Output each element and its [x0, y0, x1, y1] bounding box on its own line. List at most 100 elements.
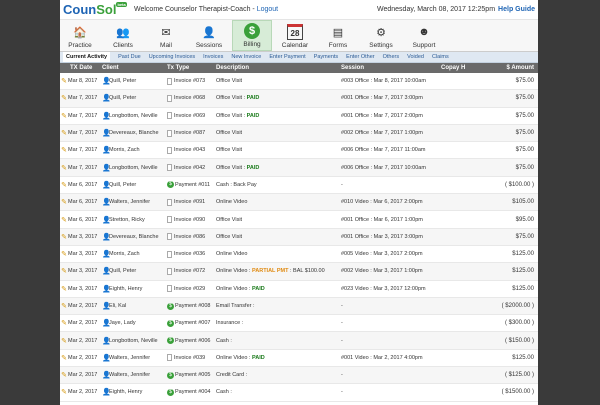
- table-row[interactable]: ✎ Mar 3, 2017 👤 Devereaux, Blanche Invoice #…: [60, 228, 538, 246]
- nav-calendar[interactable]: 28 Calendar: [275, 20, 315, 51]
- edit-pencil-icon[interactable]: ✎: [60, 198, 68, 206]
- nav-practice[interactable]: 🏠 Practice: [60, 20, 100, 51]
- edit-pencil-icon[interactable]: ✎: [60, 371, 68, 379]
- nav-clients[interactable]: 👥 Clients: [103, 20, 143, 51]
- client-name[interactable]: Longbottom, Neville: [109, 338, 158, 344]
- subnav-new-invoice[interactable]: New Invoice: [231, 52, 261, 62]
- client-name[interactable]: Walters, Jennifer: [109, 355, 150, 361]
- subnav-upcoming-invoices[interactable]: Upcoming Invoices: [149, 52, 195, 62]
- tx-type[interactable]: Invoice #086: [174, 234, 205, 240]
- tx-type[interactable]: Invoice #036: [174, 251, 205, 257]
- table-row[interactable]: ✎ Mar 6, 2017 👤 Stretton, Ricky Invoice #090…: [60, 211, 538, 229]
- table-row[interactable]: ✎ Mar 3, 2017 👤 Quill, Peter Invoice #072 Onl…: [60, 263, 538, 281]
- table-row[interactable]: ✎ Mar 3, 2017 👤 Eighth, Henry Invoice #029 On…: [60, 281, 538, 298]
- table-row[interactable]: ✎ Mar 3, 2017 👤 Morris, Zach Invoice #036 Onl…: [60, 246, 538, 264]
- col-date[interactable]: TX Date: [60, 65, 102, 71]
- subnav-current-activity[interactable]: Current Activity: [63, 52, 111, 62]
- logo[interactable]: CounSolbeta: [60, 2, 134, 17]
- client-name[interactable]: Eighth, Henry: [109, 389, 142, 395]
- table-row[interactable]: ✎ Mar 2, 2017 👤 Longbottom, Neville $ Payment…: [60, 332, 538, 350]
- edit-pencil-icon[interactable]: ✎: [60, 250, 68, 258]
- client-name[interactable]: Quill, Peter: [109, 182, 136, 188]
- edit-pencil-icon[interactable]: ✎: [60, 164, 68, 172]
- tx-type[interactable]: Invoice #073: [174, 78, 205, 84]
- tx-type[interactable]: Invoice #029: [174, 286, 205, 292]
- subnav-payments[interactable]: Payments: [314, 52, 338, 62]
- edit-pencil-icon[interactable]: ✎: [60, 354, 68, 362]
- edit-pencil-icon[interactable]: ✎: [60, 77, 68, 85]
- client-name[interactable]: Devereaux, Blanche: [109, 130, 159, 136]
- tx-type[interactable]: Invoice #090: [174, 217, 205, 223]
- edit-pencil-icon[interactable]: ✎: [60, 388, 68, 396]
- edit-pencil-icon[interactable]: ✎: [60, 129, 68, 137]
- table-row[interactable]: ✎ Mar 2, 2017 👤 Walters, Jennifer $ Payment #…: [60, 367, 538, 385]
- client-name[interactable]: Eli, Kal: [109, 303, 126, 309]
- client-name[interactable]: Morris, Zach: [109, 251, 140, 257]
- edit-pencil-icon[interactable]: ✎: [60, 94, 68, 102]
- client-name[interactable]: Stretton, Ricky: [109, 217, 145, 223]
- client-name[interactable]: Walters, Jennifer: [109, 199, 150, 205]
- tx-type[interactable]: Payment #008: [175, 303, 210, 309]
- subnav-voided[interactable]: Voided: [407, 52, 424, 62]
- table-row[interactable]: ✎ Mar 7, 2017 👤 Longbottom, Neville Invoice …: [60, 159, 538, 177]
- tx-type[interactable]: Payment #007: [175, 320, 210, 326]
- client-name[interactable]: Longbottom, Neville: [109, 165, 158, 171]
- edit-pencil-icon[interactable]: ✎: [60, 285, 68, 293]
- table-row[interactable]: ✎ Mar 7, 2017 👤 Morris, Zach Invoice #043 Off…: [60, 142, 538, 160]
- subnav-invoices[interactable]: Invoices: [203, 52, 223, 62]
- tx-type[interactable]: Invoice #068: [174, 95, 205, 101]
- col-copay[interactable]: Copay H: [441, 65, 481, 71]
- col-type[interactable]: Tx Type: [167, 65, 216, 71]
- client-name[interactable]: Jaye, Lady: [109, 320, 136, 326]
- table-row[interactable]: ✎ Mar 6, 2017 👤 Quill, Peter $ Payment #011 Ca…: [60, 177, 538, 195]
- table-row[interactable]: ✎ Mar 7, 2017 👤 Longbottom, Neville Invoice …: [60, 108, 538, 125]
- client-name[interactable]: Quill, Peter: [109, 95, 136, 101]
- tx-type[interactable]: Payment #006: [175, 338, 210, 344]
- tx-type[interactable]: Invoice #087: [174, 130, 205, 136]
- nav-forms[interactable]: ▤ Forms: [318, 20, 358, 51]
- table-row[interactable]: ✎ Mar 6, 2017 👤 Walters, Jennifer Invoice #0…: [60, 194, 538, 212]
- client-name[interactable]: Longbottom, Neville: [109, 113, 158, 119]
- table-row[interactable]: ✎ Mar 2, 2017 👤 Walters, Jennifer Invoice #0…: [60, 350, 538, 368]
- tx-type[interactable]: Invoice #039: [174, 355, 205, 361]
- edit-pencil-icon[interactable]: ✎: [60, 319, 68, 327]
- tx-type[interactable]: Invoice #069: [174, 113, 205, 119]
- edit-pencil-icon[interactable]: ✎: [60, 337, 68, 345]
- edit-pencil-icon[interactable]: ✎: [60, 146, 68, 154]
- nav-settings[interactable]: ⚙ Settings: [361, 20, 401, 51]
- client-name[interactable]: Quill, Peter: [109, 78, 136, 84]
- client-name[interactable]: Devereaux, Blanche: [109, 234, 159, 240]
- edit-pencil-icon[interactable]: ✎: [60, 267, 68, 275]
- table-row[interactable]: ✎ Mar 2, 2017 👤 Eli, Kal $ Payment #008 Email …: [60, 297, 538, 316]
- table-row[interactable]: ✎ Mar 7, 2017 👤 Devereaux, Blanche Invoice #…: [60, 124, 538, 143]
- tx-type[interactable]: Invoice #072: [174, 268, 205, 274]
- nav-billing[interactable]: $ Billing: [232, 20, 272, 51]
- tx-type[interactable]: Invoice #043: [174, 147, 205, 153]
- client-name[interactable]: Quill, Peter: [109, 268, 136, 274]
- subnav-claims[interactable]: Claims: [432, 52, 449, 62]
- client-name[interactable]: Morris, Zach: [109, 147, 140, 153]
- col-client[interactable]: Client: [102, 65, 167, 71]
- nav-mail[interactable]: ✉ Mail: [146, 20, 186, 51]
- table-row[interactable]: ✎ Mar 8, 2017 👤 Quill, Peter Invoice #073 Off…: [60, 73, 538, 91]
- tx-type[interactable]: Invoice #091: [174, 199, 205, 205]
- edit-pencil-icon[interactable]: ✎: [60, 112, 68, 120]
- help-guide-link[interactable]: Help Guide: [498, 6, 535, 13]
- table-row[interactable]: ✎ Mar 2, 2017 👤 Jaye, Lady $ Payment #007 Insu…: [60, 315, 538, 333]
- edit-pencil-icon[interactable]: ✎: [60, 216, 68, 224]
- table-row[interactable]: ✎ Mar 7, 2017 👤 Quill, Peter Invoice #068 Off…: [60, 90, 538, 108]
- nav-support[interactable]: ☻ Support: [404, 20, 444, 51]
- edit-pencil-icon[interactable]: ✎: [60, 302, 68, 310]
- tx-type[interactable]: Invoice #042: [174, 165, 205, 171]
- client-name[interactable]: Eighth, Henry: [109, 286, 142, 292]
- subnav-enter-payment[interactable]: Enter Payment: [269, 52, 305, 62]
- col-desc[interactable]: Description: [216, 65, 341, 71]
- tx-type[interactable]: Payment #005: [175, 372, 210, 378]
- edit-pencil-icon[interactable]: ✎: [60, 233, 68, 241]
- edit-pencil-icon[interactable]: ✎: [60, 181, 68, 189]
- tx-type[interactable]: Payment #011: [175, 182, 210, 188]
- logout-link[interactable]: Logout: [257, 6, 278, 13]
- subnav-others[interactable]: Others: [383, 52, 400, 62]
- subnav-past-due[interactable]: Past Due: [118, 52, 141, 62]
- table-row[interactable]: ✎ Mar 2, 2017 👤 Eighth, Henry $ Payment #004 C…: [60, 384, 538, 402]
